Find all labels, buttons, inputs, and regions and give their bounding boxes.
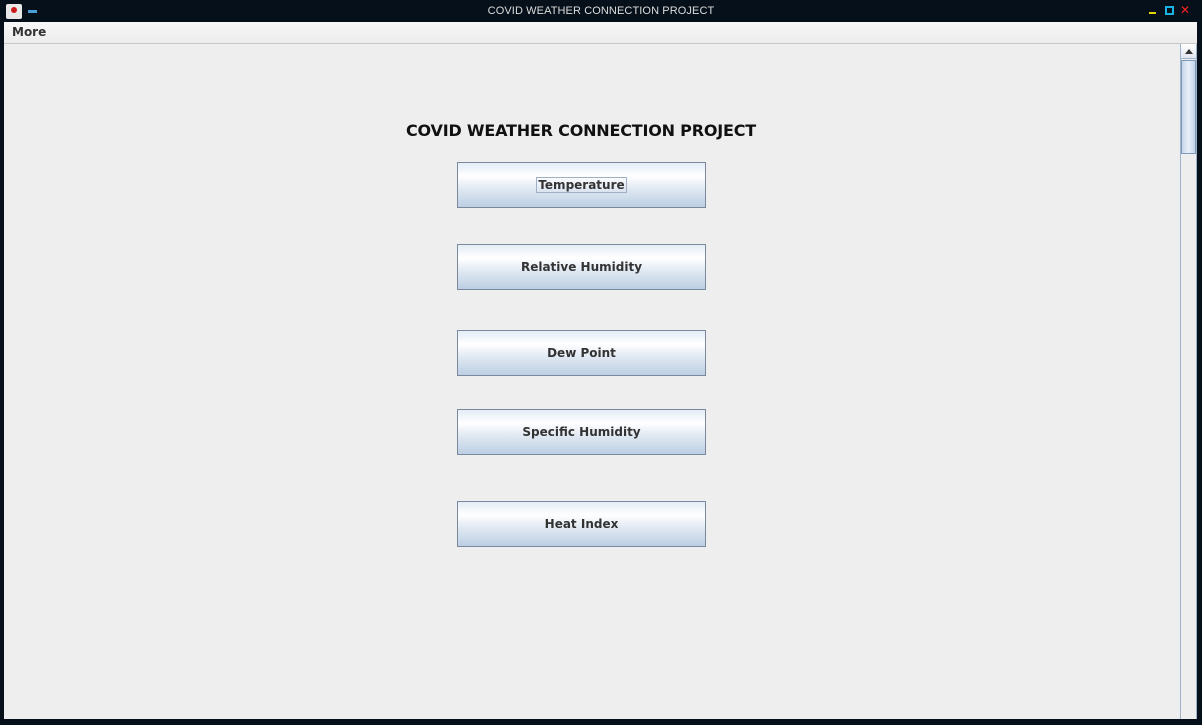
- maximize-button[interactable]: [1164, 5, 1174, 15]
- scroll-up-arrow-icon[interactable]: [1181, 44, 1196, 59]
- temperature-button-label: Temperature: [536, 177, 627, 193]
- specific-humidity-button[interactable]: Specific Humidity: [457, 409, 706, 455]
- close-button[interactable]: ✕: [1180, 3, 1191, 17]
- close-icon: ✕: [1180, 3, 1191, 17]
- heat-index-button-label: Heat Index: [544, 517, 619, 531]
- window-title: COVID WEATHER CONNECTION PROJECT: [487, 5, 715, 17]
- dew-point-button-label: Dew Point: [547, 346, 616, 360]
- temperature-button[interactable]: Temperature: [457, 162, 706, 208]
- menu-bar: More: [4, 22, 1197, 44]
- main-panel: COVID WEATHER CONNECTION PROJECT Tempera…: [4, 44, 1180, 719]
- minimize-button[interactable]: [1148, 5, 1158, 15]
- title-bar[interactable]: COVID WEATHER CONNECTION PROJECT ✕: [0, 0, 1202, 22]
- dew-point-button[interactable]: Dew Point: [457, 330, 706, 376]
- menu-more[interactable]: More: [8, 24, 50, 41]
- heat-index-button[interactable]: Heat Index: [457, 501, 706, 547]
- vertical-scrollbar[interactable]: [1180, 44, 1197, 719]
- relative-humidity-button[interactable]: Relative Humidity: [457, 244, 706, 290]
- page-title: COVID WEATHER CONNECTION PROJECT: [406, 121, 756, 140]
- scroll-thumb[interactable]: [1181, 60, 1196, 154]
- specific-humidity-button-label: Specific Humidity: [522, 425, 641, 439]
- window-frame: More COVID WEATHER CONNECTION PROJECT Te…: [4, 22, 1197, 719]
- relative-humidity-button-label: Relative Humidity: [520, 260, 643, 274]
